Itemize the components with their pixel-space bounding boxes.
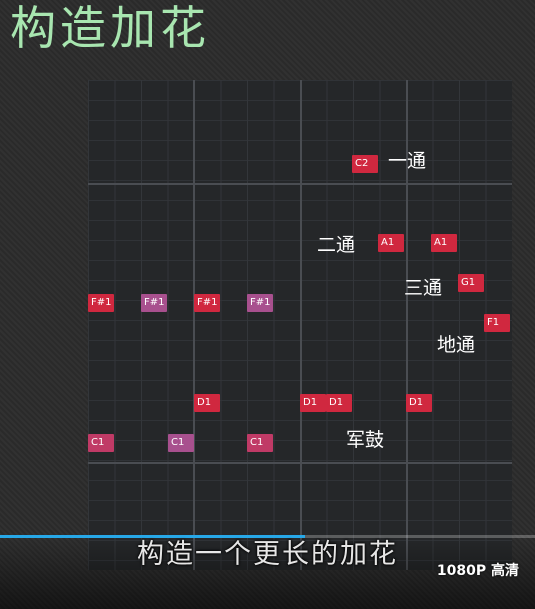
note-d1[interactable]: D1 [406, 394, 432, 412]
note-c2[interactable]: C2 [352, 155, 378, 173]
bar-line [300, 80, 302, 570]
note-fs1[interactable]: F#1 [88, 294, 114, 312]
octave-line [88, 462, 512, 464]
note-a1[interactable]: A1 [378, 234, 404, 252]
note-d1[interactable]: D1 [326, 394, 352, 412]
quality-selector[interactable]: 1080P 高清 [437, 560, 519, 580]
note-fs1[interactable]: F#1 [247, 294, 273, 312]
note-c1[interactable]: C1 [168, 434, 194, 452]
note-fs1[interactable]: F#1 [141, 294, 167, 312]
lesson-title: 构造加花 [10, 1, 210, 55]
note-fs1[interactable]: F#1 [194, 294, 220, 312]
note-d1[interactable]: D1 [194, 394, 220, 412]
octave-line [88, 183, 512, 185]
note-f1[interactable]: F1 [484, 314, 510, 332]
label-tom-1: 一通 [388, 150, 427, 172]
label-tom-2: 二通 [317, 234, 356, 256]
bar-line [193, 80, 195, 570]
piano-roll[interactable]: C2 A1 A1 G1 F1 F#1 F#1 F#1 F#1 D1 D1 D1 … [88, 80, 512, 570]
label-tom-3: 三通 [404, 277, 443, 299]
label-snare: 军鼓 [346, 429, 385, 451]
note-d1[interactable]: D1 [300, 394, 326, 412]
note-a1[interactable]: A1 [431, 234, 457, 252]
note-g1[interactable]: G1 [458, 274, 484, 292]
note-c1[interactable]: C1 [88, 434, 114, 452]
note-c1[interactable]: C1 [247, 434, 273, 452]
label-floor-tom: 地通 [437, 334, 476, 356]
